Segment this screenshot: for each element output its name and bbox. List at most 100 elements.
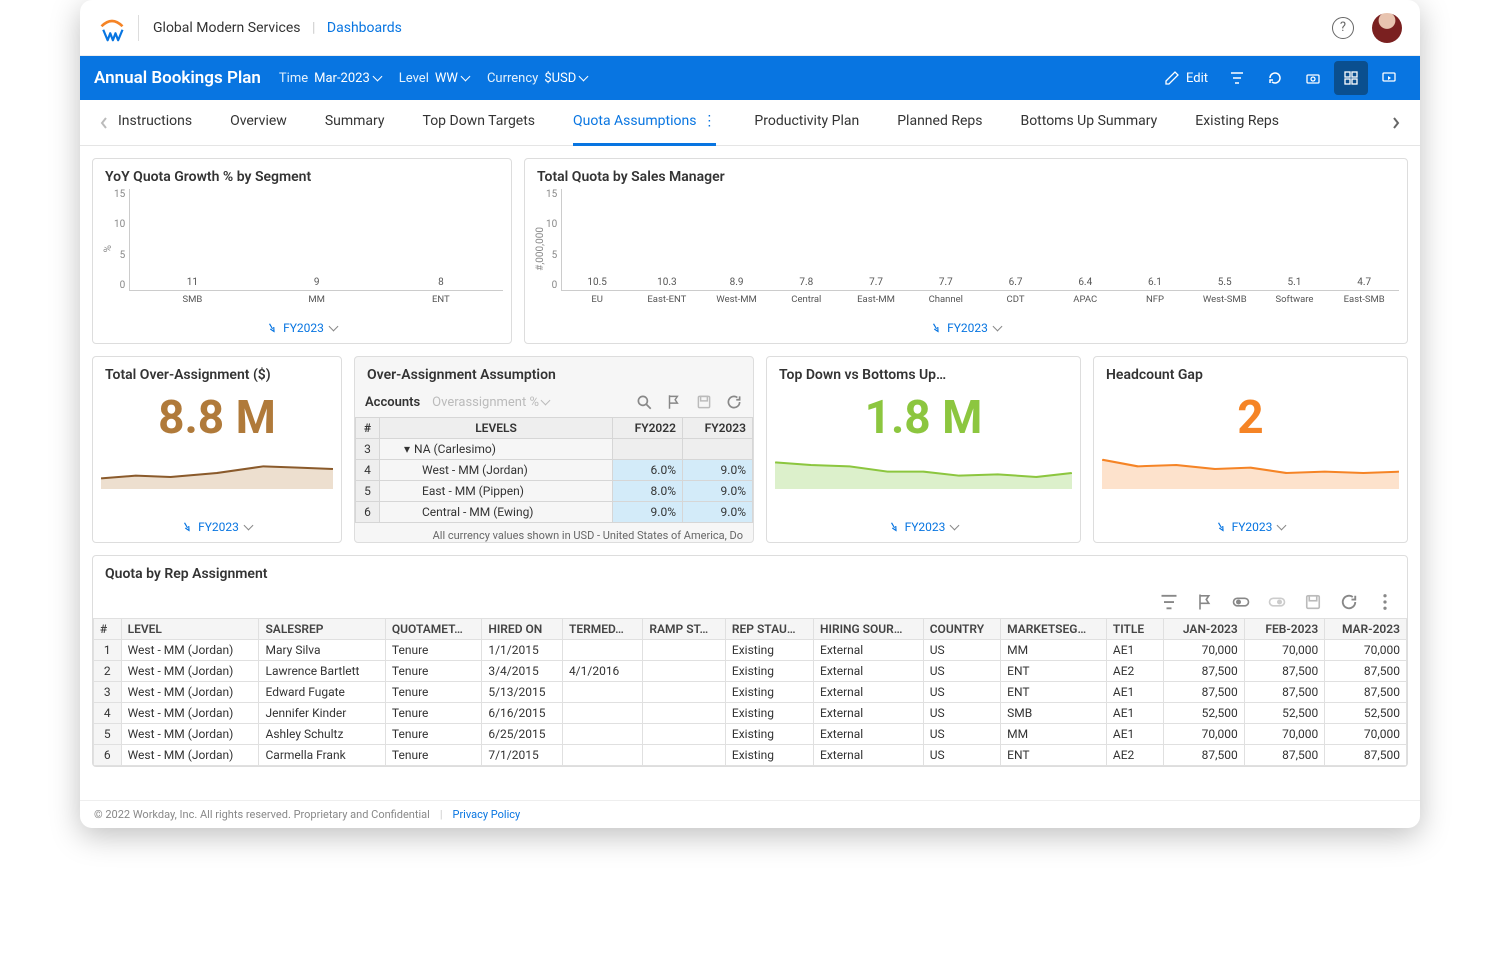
tab-existing-reps[interactable]: Existing Reps	[1195, 100, 1279, 146]
table-row[interactable]: 2West - MM (Jordan)Lawrence BartlettTenu…	[94, 661, 1407, 682]
chevron-down-icon	[462, 71, 469, 86]
bar-mm[interactable]: 9MM	[255, 277, 379, 290]
bar-ent[interactable]: 8ENT	[379, 277, 503, 290]
bar-cdt[interactable]: 6.7CDT	[981, 277, 1051, 290]
bar-eu[interactable]: 10.5EU	[562, 277, 632, 290]
pin-icon	[265, 321, 279, 335]
currency-footnote: All currency values shown in USD - Unite…	[355, 523, 753, 542]
refresh-button[interactable]	[1258, 61, 1292, 95]
markup-button[interactable]	[665, 393, 683, 411]
privacy-link[interactable]: Privacy Policy	[453, 808, 521, 821]
reload-icon	[725, 393, 743, 411]
selector-level-value[interactable]: WW	[435, 71, 469, 86]
avatar[interactable]	[1372, 13, 1402, 43]
sparkline	[1102, 449, 1399, 489]
markup-button[interactable]	[1195, 592, 1215, 612]
bar-smb[interactable]: 11SMB	[130, 277, 254, 290]
card-yoy-growth: YoY Quota Growth % by Segment %15105011S…	[92, 158, 512, 344]
tab-top-down-targets[interactable]: Top Down Targets	[423, 100, 536, 146]
help-icon[interactable]: ?	[1332, 17, 1354, 39]
breadcrumb-org: Global Modern Services	[153, 20, 301, 36]
reload-button[interactable]	[1339, 592, 1359, 612]
tab-scroll-left[interactable]	[90, 116, 118, 130]
selector-currency-value[interactable]: $USD	[544, 71, 587, 86]
card-period-selector[interactable]: FY2023	[525, 313, 1407, 343]
chevron-down-icon	[951, 520, 958, 534]
card-period-selector[interactable]: FY2023	[767, 512, 1080, 542]
bar-east-smb[interactable]: 4.7East-SMB	[1329, 277, 1399, 290]
bar-value: 10.5	[587, 277, 607, 288]
bar-value: 6.7	[1009, 277, 1023, 288]
search-button[interactable]	[635, 393, 653, 411]
grid-icon	[1343, 70, 1359, 86]
tab-scroll-right[interactable]	[1382, 116, 1410, 130]
more-button[interactable]	[1375, 592, 1395, 612]
card-period-selector[interactable]: FY2023	[93, 512, 341, 542]
bar-value: 7.7	[869, 277, 883, 288]
save-button[interactable]	[695, 393, 713, 411]
bar-west-smb[interactable]: 5.5West-SMB	[1190, 277, 1260, 290]
tab-instructions[interactable]: Instructions	[118, 100, 192, 146]
grid-view-button[interactable]	[1334, 61, 1368, 95]
kpi-value: 8.8 M	[101, 387, 333, 449]
pin-icon	[929, 321, 943, 335]
y-axis-label: %	[101, 245, 114, 252]
table-row[interactable]: 6Central - MM (Ewing)9.0%9.0%	[356, 502, 753, 523]
page-footer: © 2022 Workday, Inc. All rights reserved…	[80, 800, 1420, 828]
bar-apac[interactable]: 6.4APAC	[1050, 277, 1120, 290]
table-row[interactable]: 3▾NA (Carlesimo)	[356, 439, 753, 460]
divider	[138, 15, 139, 41]
quota-rep-table[interactable]: #LEVELSALESREPQUOTAMET…HIRED ONTERMED…RA…	[93, 618, 1407, 766]
dashboard-content: YoY Quota Growth % by Segment %15105011S…	[80, 146, 1420, 800]
tab-more-icon[interactable]: ⋮	[702, 113, 716, 129]
bar-east-ent[interactable]: 10.3East-ENT	[632, 277, 702, 290]
table-row[interactable]: 5East - MM (Pippen)8.0%9.0%	[356, 481, 753, 502]
pencil-icon	[1164, 70, 1180, 86]
bar-east-mm[interactable]: 7.7East-MM	[841, 277, 911, 290]
save-icon	[1303, 592, 1323, 612]
table-row[interactable]: 4West - MM (Jordan)6.0%9.0%	[356, 460, 753, 481]
bar-west-mm[interactable]: 8.9West-MM	[702, 277, 772, 290]
snapshot-button[interactable]	[1296, 61, 1330, 95]
filter-button[interactable]	[1159, 592, 1179, 612]
selector-currency: Currency $USD	[487, 71, 587, 86]
bar-label: APAC	[1073, 294, 1097, 305]
tab-productivity-plan[interactable]: Productivity Plan	[754, 100, 859, 146]
over-assignment-table[interactable]: #LEVELSFY2022FY20233▾NA (Carlesimo)4West…	[355, 417, 753, 523]
table-row[interactable]: 3West - MM (Jordan)Edward FugateTenure5/…	[94, 682, 1407, 703]
tab-quota-assumptions[interactable]: Quota Assumptions⋮	[573, 100, 716, 146]
bar-value: 9	[314, 277, 320, 288]
bar-channel[interactable]: 7.7Channel	[911, 277, 981, 290]
tab-bottoms-up-summary[interactable]: Bottoms Up Summary	[1020, 100, 1157, 146]
tab-summary[interactable]: Summary	[325, 100, 385, 146]
bar-value: 8.9	[730, 277, 744, 288]
workday-logo-icon	[98, 14, 126, 42]
bar-software[interactable]: 5.1Software	[1260, 277, 1330, 290]
pin-icon	[180, 520, 194, 534]
bar-value: 6.4	[1078, 277, 1092, 288]
tab-overview[interactable]: Overview	[230, 100, 287, 146]
bar-nfp[interactable]: 6.1NFP	[1120, 277, 1190, 290]
present-button[interactable]	[1372, 61, 1406, 95]
breadcrumb-dashboards-link[interactable]: Dashboards	[327, 20, 402, 36]
selector-time-value[interactable]: Mar-2023	[314, 71, 381, 86]
flag-icon	[1195, 592, 1215, 612]
bar-label: East-MM	[857, 294, 895, 305]
card-title: Total Over-Assignment ($)	[93, 357, 341, 387]
card-title: Over-Assignment Assumption	[355, 357, 753, 387]
filter-button[interactable]	[1220, 61, 1254, 95]
sort-button[interactable]	[1267, 592, 1287, 612]
card-period-selector[interactable]: FY2023	[93, 313, 511, 343]
reload-button[interactable]	[725, 393, 743, 411]
table-row[interactable]: 6West - MM (Jordan)Carmella FrankTenure7…	[94, 745, 1407, 766]
tab-planned-reps[interactable]: Planned Reps	[897, 100, 982, 146]
table-row[interactable]: 4West - MM (Jordan)Jennifer KinderTenure…	[94, 703, 1407, 724]
dashboard-header: Annual Bookings Plan Time Mar-2023 Level…	[80, 56, 1420, 100]
bar-central[interactable]: 7.8Central	[771, 277, 841, 290]
edit-button[interactable]: Edit	[1156, 70, 1216, 86]
save-button[interactable]	[1303, 592, 1323, 612]
table-row[interactable]: 1West - MM (Jordan)Mary SilvaTenure1/1/2…	[94, 640, 1407, 661]
card-period-selector[interactable]: FY2023	[1094, 512, 1407, 542]
table-row[interactable]: 5West - MM (Jordan)Ashley SchultzTenure6…	[94, 724, 1407, 745]
toggle-button[interactable]	[1231, 592, 1251, 612]
